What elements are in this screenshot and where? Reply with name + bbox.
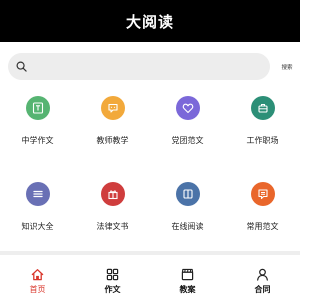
category-common-essays[interactable]: 常用范文 [225, 178, 300, 256]
category-label: 党团范文 [171, 136, 204, 145]
tab-label: 教案 [179, 285, 196, 294]
category-grid: 中学作文 教师教学 党团范文 工作职场 知识大全 法律文书 在线阅读 常用范文 [0, 92, 300, 248]
category-label: 中学作文 [21, 136, 54, 145]
tab-home[interactable]: 首页 [0, 258, 75, 300]
heart-shield-icon [175, 96, 200, 120]
page-title: 大阅读 [125, 12, 174, 31]
category-teacher-teaching[interactable]: 教师教学 [75, 92, 150, 170]
category-middle-school-essay[interactable]: 中学作文 [0, 92, 75, 170]
gift-icon [100, 182, 125, 206]
search-icon [16, 61, 27, 72]
category-label: 工作职场 [246, 136, 279, 145]
tab-composition[interactable]: 作文 [75, 258, 150, 300]
person-icon [256, 267, 269, 281]
category-party-essays[interactable]: 党团范文 [150, 92, 225, 170]
tab-contracts[interactable]: 合同 [225, 258, 300, 300]
app-header: 大阅读 [0, 0, 300, 42]
tab-label: 首页 [29, 285, 46, 294]
document-t-icon [25, 96, 50, 120]
category-label: 在线阅读 [171, 222, 204, 231]
tab-label: 作文 [104, 285, 121, 294]
list-icon [25, 182, 50, 206]
category-label: 法律文书 [96, 222, 129, 231]
search-box[interactable] [8, 53, 270, 80]
grid-icon [106, 267, 119, 281]
category-label: 教师教学 [96, 136, 129, 145]
bottom-tab-bar: 首页 作文 教案 合同 [0, 258, 300, 300]
category-legal-documents[interactable]: 法律文书 [75, 178, 150, 256]
home-icon [31, 267, 44, 281]
search-button[interactable]: 搜索 [276, 60, 298, 74]
clapperboard-icon [181, 267, 194, 281]
category-label: 知识大全 [21, 222, 54, 231]
category-online-reading[interactable]: 在线阅读 [150, 178, 225, 256]
search-input[interactable] [31, 53, 270, 80]
book-icon [175, 182, 200, 206]
search-bar: 搜索 [0, 42, 300, 90]
briefcase-icon [250, 96, 275, 120]
category-label: 常用范文 [246, 222, 279, 231]
tab-label: 合同 [254, 285, 271, 294]
section-divider [0, 251, 300, 255]
category-workplace[interactable]: 工作职场 [225, 92, 300, 170]
tab-lesson-plans[interactable]: 教案 [150, 258, 225, 300]
chat-bubble-icon [100, 96, 125, 120]
category-knowledge[interactable]: 知识大全 [0, 178, 75, 256]
message-icon [250, 182, 275, 206]
